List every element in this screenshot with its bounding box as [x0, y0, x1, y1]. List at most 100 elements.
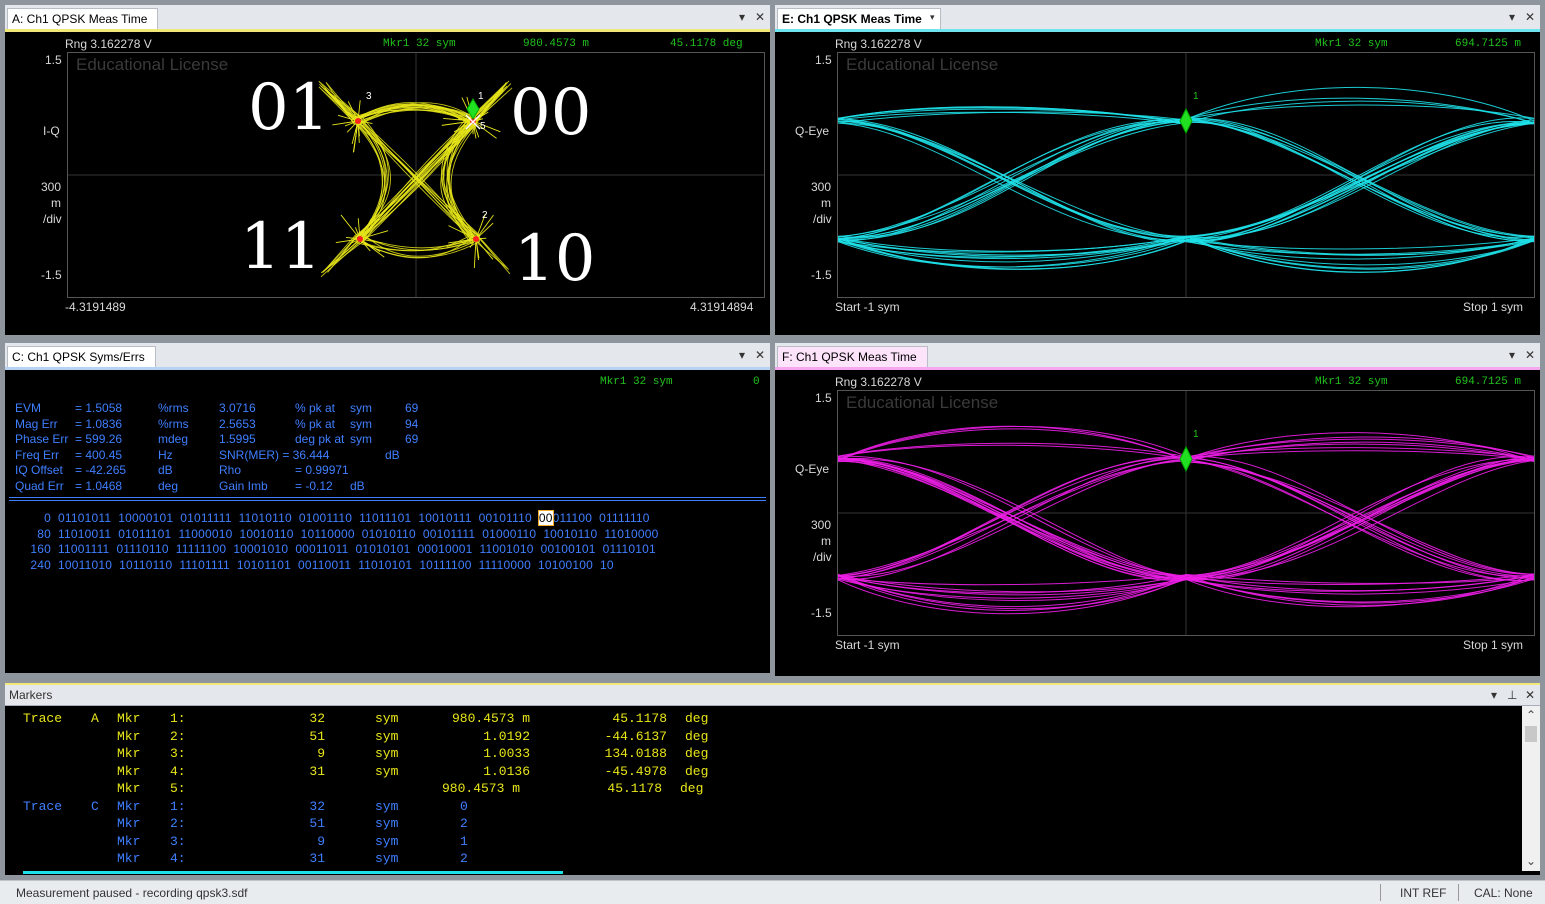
bits-group[interactable]: 01010101	[356, 542, 411, 556]
bits-group[interactable]: 11101111	[179, 558, 230, 572]
bits-group[interactable]: 10101101	[237, 558, 291, 572]
bits-group[interactable]: 01110110	[116, 542, 168, 556]
marker-cell-bu: deg	[685, 729, 725, 744]
bits-group[interactable]: 10010111	[418, 511, 471, 525]
eye-trajectory	[838, 429, 1186, 461]
bits-group[interactable]: 10001010	[233, 542, 288, 556]
bits-group[interactable]: 11010101	[358, 558, 412, 572]
cal-indicator[interactable]: CAL: None	[1474, 886, 1533, 900]
marker-cell-n: 5:	[170, 781, 200, 796]
bits-group[interactable]: 01000110	[482, 527, 536, 541]
metric-v2: Rho	[219, 463, 241, 477]
dropdown-icon[interactable]: ▾	[1491, 687, 1497, 703]
bits-group[interactable]: 01110101	[603, 542, 656, 556]
close-icon[interactable]: ✕	[1525, 687, 1535, 703]
bits-group[interactable]: 01001110	[299, 511, 352, 525]
scroll-thumb[interactable]	[1525, 726, 1537, 742]
highlighted-bits[interactable]: 00	[539, 511, 553, 525]
tab-panel-a[interactable]: A: Ch1 QPSK Meas Time	[7, 8, 158, 30]
pin-icon[interactable]: ⊥	[1507, 687, 1517, 703]
bits-group[interactable]: 01011111	[180, 511, 231, 525]
bits-group[interactable]: 10110000	[301, 527, 355, 541]
marker-cell-a: 2	[460, 851, 500, 866]
markers-scrollbar[interactable]: ⌃ ⌄	[1522, 706, 1540, 871]
tab-panel-e[interactable]: E: Ch1 QPSK Meas Time	[777, 8, 941, 30]
bits-group[interactable]: 10100100	[538, 558, 593, 572]
bits-group[interactable]: 00100101	[541, 542, 596, 556]
bits-group[interactable]: 11001111	[58, 542, 109, 556]
marker-1-label: 1	[478, 91, 484, 102]
bits-group[interactable]: 10010110	[543, 527, 597, 541]
eye-trajectory	[838, 239, 1186, 267]
metric-name: EVM	[15, 401, 41, 415]
tab-dropdown-icon[interactable]: ▾	[930, 9, 935, 25]
eye-trajectory	[1186, 448, 1534, 459]
panel-c: C: Ch1 QPSK Syms/Errs ▾ ✕ Mkr1 32 sym 0 …	[5, 343, 770, 673]
close-icon[interactable]: ✕	[755, 347, 765, 363]
bits-group[interactable]: 11110000	[479, 558, 531, 572]
eye-diagram-plot[interactable]: Educational License 1	[837, 390, 1535, 636]
constellation-plot[interactable]: Educational License 01 00 11 10 1 5 3 2	[67, 52, 765, 298]
panel-a: A: Ch1 QPSK Meas Time ▾ ✕ Rng 3.162278 V…	[5, 5, 770, 335]
bits-row: 0011010111000010101011111110101100100111…	[5, 511, 650, 525]
bits-group[interactable]: 11000010	[178, 527, 232, 541]
metric-unit: %rms	[158, 401, 189, 415]
y-top-label: 1.5	[45, 53, 62, 67]
bits-group[interactable]: 10011010	[58, 558, 112, 572]
marker-cell-trace: Trace	[23, 799, 83, 814]
dropdown-icon[interactable]: ▾	[739, 347, 745, 363]
range-label: Rng 3.162278 V	[835, 375, 922, 389]
ref-indicator[interactable]: INT REF	[1400, 886, 1446, 900]
bits-group[interactable]: 10111100	[419, 558, 471, 572]
bits-group[interactable]: 11011101	[359, 511, 411, 525]
bits-group[interactable]: 00110011	[298, 558, 351, 572]
dropdown-icon[interactable]: ▾	[1509, 9, 1515, 25]
bits-group[interactable]: 11010000	[604, 527, 658, 541]
marker-readout: Mkr1 32 sym	[1315, 376, 1388, 388]
dropdown-icon[interactable]: ▾	[1509, 347, 1515, 363]
eye-trajectory	[838, 457, 1186, 579]
marker-1-label: 1	[1193, 429, 1199, 440]
scroll-down-icon[interactable]: ⌄	[1526, 854, 1536, 868]
metric-unit: Hz	[158, 448, 173, 462]
dropdown-icon[interactable]: ▾	[739, 9, 745, 25]
bits-group[interactable]: 11001010	[480, 542, 534, 556]
close-icon[interactable]: ✕	[1525, 9, 1535, 25]
metric-unit: mdeg	[158, 432, 188, 446]
eye-diagram-plot[interactable]: Educational License 1	[837, 52, 1535, 298]
bits-group[interactable]: 10	[600, 558, 614, 572]
close-icon[interactable]: ✕	[755, 9, 765, 25]
marker-cell-a: 1.0136	[425, 764, 530, 779]
y-scale-value: 300	[811, 180, 831, 194]
marker-value: 0	[753, 376, 760, 388]
x-right-label: 4.31914894	[690, 300, 753, 314]
eye-trajectory	[1186, 456, 1534, 580]
metric-eq: = 400.45	[75, 448, 122, 462]
bits-group[interactable]: 11111100	[176, 542, 227, 556]
x-stop-label: Stop 1 sym	[1463, 300, 1523, 314]
bits-group[interactable]: 00101111	[423, 527, 475, 541]
bits-group[interactable]: 01011101	[118, 527, 171, 541]
bits-group[interactable]: 10000101	[118, 511, 173, 525]
tab-panel-f[interactable]: F: Ch1 QPSK Meas Time	[777, 346, 928, 368]
metric-unit: deg	[158, 479, 178, 493]
scroll-up-icon[interactable]: ⌃	[1526, 708, 1536, 722]
bits-group[interactable]: 00011011	[295, 542, 348, 556]
metric-v2: SNR(MER) = 36.444	[219, 448, 329, 462]
bits-group[interactable]: 01101011	[58, 511, 111, 525]
eye-trajectory	[1186, 458, 1534, 576]
tab-panel-c[interactable]: C: Ch1 QPSK Syms/Errs	[7, 346, 156, 368]
bits-group[interactable]: 01010110	[362, 527, 416, 541]
bits-group[interactable]: 00101110	[479, 511, 532, 525]
bits-group[interactable]: 10110110	[119, 558, 172, 572]
bits-group[interactable]: 11010011	[58, 527, 111, 541]
bits-group[interactable]: 10010110	[240, 527, 294, 541]
bits-group[interactable]: 00010001	[418, 542, 473, 556]
close-icon[interactable]: ✕	[1525, 347, 1535, 363]
metric-u2: % pk at	[295, 417, 335, 431]
eye-trajectory	[838, 119, 1186, 238]
metric-eq: = 1.0836	[75, 417, 122, 431]
panel-c-tabbar: C: Ch1 QPSK Syms/Errs ▾ ✕	[5, 343, 770, 368]
marker-cell-n: 3:	[170, 746, 200, 761]
bits-group[interactable]: 11010110	[239, 511, 292, 525]
